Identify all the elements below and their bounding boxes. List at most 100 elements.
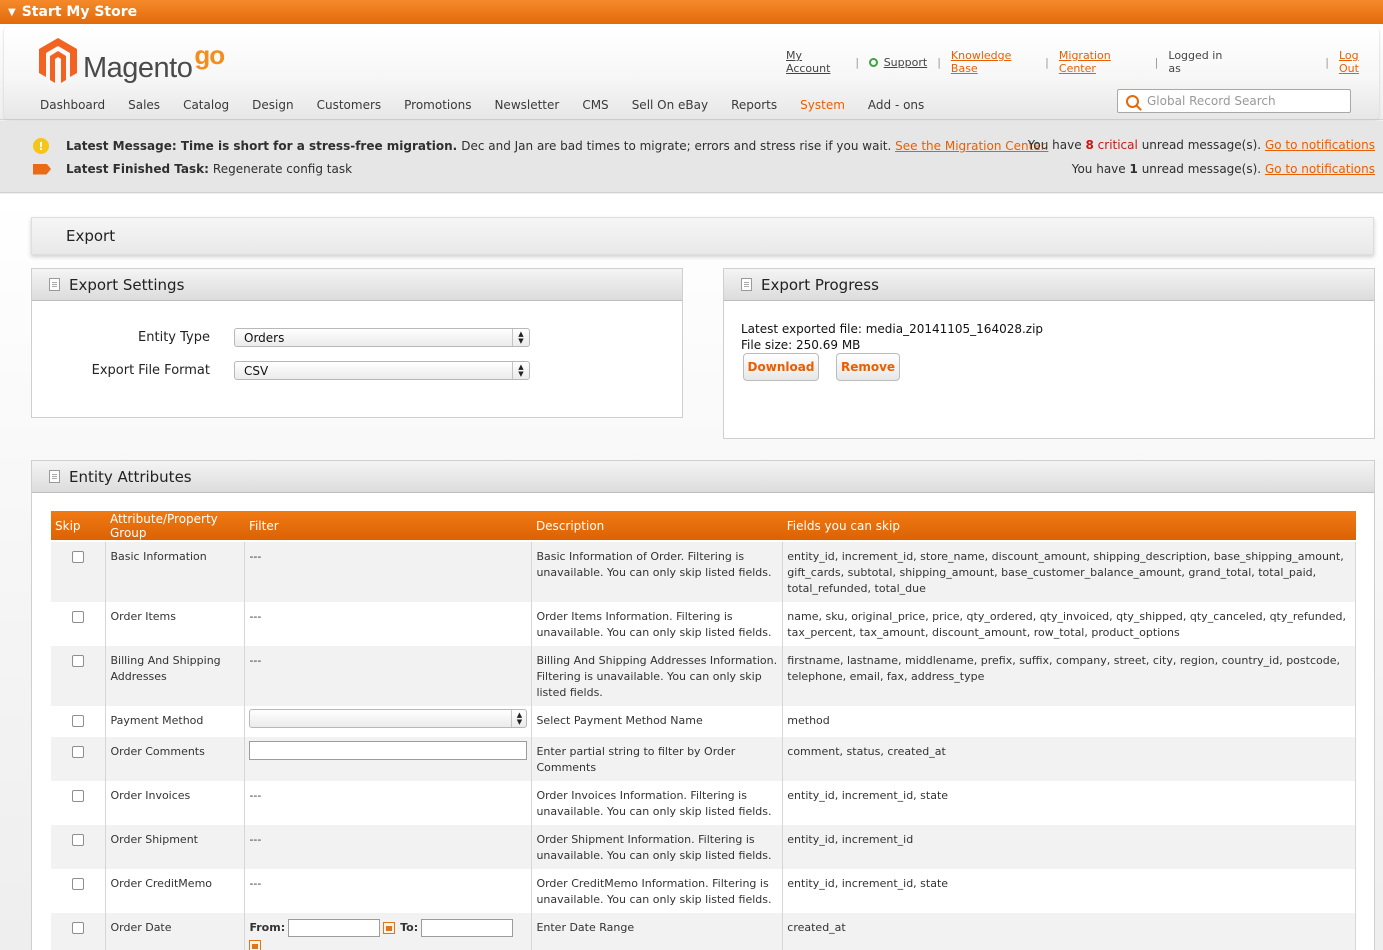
nav-item-add-ons[interactable]: Add - ons [868,98,924,112]
description-cell: Select Payment Method Name [531,706,784,737]
entity-type-value: Orders [244,330,285,345]
start-my-store-bar[interactable]: ▼ Start My Store [0,0,1383,24]
my-account-link[interactable]: My Account [786,49,845,75]
calendar-icon[interactable] [249,940,262,950]
skip-cell [51,869,107,913]
skippable-fields-cell: name, sku, original_price, price, qty_or… [782,602,1356,646]
table-row: Order Comments Enter partial string to fi… [51,737,1356,781]
filter-cell: --- [244,602,533,646]
description-cell: Order Invoices Information. Filtering is… [531,781,784,825]
skip-cell [51,825,107,869]
skip-checkbox[interactable] [72,922,85,934]
nav-item-sell-on-ebay[interactable]: Sell On eBay [632,98,708,112]
skip-checkbox[interactable] [72,790,85,802]
critical-pre: You have [1027,138,1082,152]
nav-item-customers[interactable]: Customers [317,98,382,112]
link-separator: | [855,55,860,69]
attribute-group: Order Comments [105,737,246,781]
skip-checkbox[interactable] [72,715,85,727]
skip-checkbox[interactable] [72,878,85,890]
skip-checkbox[interactable] [72,611,85,623]
filter-cell [244,737,533,781]
entity-attributes-table: Skip Attribute/Property Group Filter Descri… [51,511,1356,950]
nav-item-newsletter[interactable]: Newsletter [494,98,559,112]
attribute-group: Basic Information [105,541,246,602]
migration-center-message-link[interactable]: See the Migration Center. [895,139,1048,153]
entity-type-row: Entity Type Orders ▲ ▼ [32,328,530,347]
filter-cell: --- [244,781,533,825]
attribute-group: Order Items [105,602,246,646]
file-format-select[interactable]: CSV ▲ ▼ [234,361,530,380]
header-panel: Magento go My Account | Support | Knowle… [4,27,1379,119]
magento-logo[interactable]: Magento go [38,37,225,84]
date-to-label: To: [400,921,419,934]
download-button[interactable]: Download [743,353,819,381]
nav-item-reports[interactable]: Reports [731,98,777,112]
skip-checkbox[interactable] [72,551,85,563]
column-header: Filter [244,511,532,542]
critical-word: critical [1097,138,1138,152]
skip-checkbox[interactable] [72,746,85,758]
skip-checkbox[interactable] [72,834,85,846]
nav-item-cms[interactable]: CMS [582,98,608,112]
nav-item-promotions[interactable]: Promotions [404,98,471,112]
logout-link[interactable]: Log Out [1339,49,1379,75]
description-cell: Order Items Information. Filtering is un… [531,602,784,646]
date-from-input[interactable] [288,919,381,937]
unread-count: 1 [1129,162,1138,176]
export-settings-title: Export Settings [69,275,185,294]
critical-count: 8 [1085,138,1094,152]
document-icon [741,278,752,291]
link-separator: | [1045,55,1049,69]
calendar-icon[interactable] [383,922,396,934]
remove-button[interactable]: Remove [836,353,900,381]
nav-item-dashboard[interactable]: Dashboard [40,98,105,112]
header-links: My Account | Support | Knowledge Base | … [786,49,1379,75]
latest-task: Latest Finished Task: Regenerate config … [33,162,352,176]
skippable-fields-cell: created_at [782,913,1356,950]
support-link[interactable]: Support [884,56,927,69]
attribute-group: Billing And Shipping Addresses [105,646,246,706]
export-progress-title: Export Progress [761,275,879,294]
document-icon [49,278,60,291]
table-row: Order CreditMemo --- Order CreditMemo Info… [51,869,1356,913]
skippable-fields-cell: entity_id, increment_id [782,825,1356,869]
filter-cell: From: To: [244,913,533,950]
date-to-input[interactable] [421,919,514,937]
payment-method-select[interactable]: ▲ ▼ [249,709,528,728]
file-format-row: Export File Format CSV ▲ ▼ [32,361,530,380]
logged-in-label: Logged in as [1168,49,1223,75]
magento-logo-icon [39,38,77,83]
unread-notifications-link[interactable]: Go to notifications [1265,162,1375,176]
critical-notifications-link[interactable]: Go to notifications [1265,138,1375,152]
export-progress-box: Export Progress Latest exported file: me… [723,268,1375,439]
knowledge-base-link[interactable]: Knowledge Base [951,49,1035,75]
unread-notice: You have 1 unread message(s). Go to noti… [1072,162,1375,176]
description-cell: Order CreditMemo Information. Filtering … [531,869,784,913]
chevron-down-icon: ▼ [8,6,16,18]
nav-item-catalog[interactable]: Catalog [183,98,229,112]
document-icon [49,470,60,483]
skippable-fields-cell: firstname, lastname, middlename, prefix,… [782,646,1356,706]
main-nav: Dashboard Sales Catalog Design Customers Prom… [40,98,947,112]
nav-item-sales[interactable]: Sales [128,98,160,112]
main-content: Export Export Settings Entity Type Order… [0,194,1383,950]
logo-wordmark: Magento [83,52,193,84]
nav-item-design[interactable]: Design [252,98,293,112]
column-header: Skip [51,511,106,542]
filter-cell: --- [244,825,533,869]
skippable-fields-cell: comment, status, created_at [782,737,1356,781]
skippable-fields-cell: entity_id, increment_id, store_name, dis… [782,541,1356,602]
attribute-group: Order Shipment [105,825,246,869]
global-search[interactable]: Global Record Search [1117,89,1351,113]
skip-cell [51,737,107,781]
order-comments-input[interactable] [249,741,528,760]
file-size: File size: 250.69 MB [741,338,861,352]
skip-checkbox[interactable] [72,655,85,667]
column-header: Attribute/Property Group [105,511,245,542]
table-header-row: Skip Attribute/Property Group Filter Descri… [51,511,1356,542]
attribute-group: Order Date [105,913,246,950]
nav-item-system[interactable]: System [800,98,845,112]
entity-type-select[interactable]: Orders ▲ ▼ [234,328,530,347]
migration-center-link[interactable]: Migration Center [1059,49,1145,75]
